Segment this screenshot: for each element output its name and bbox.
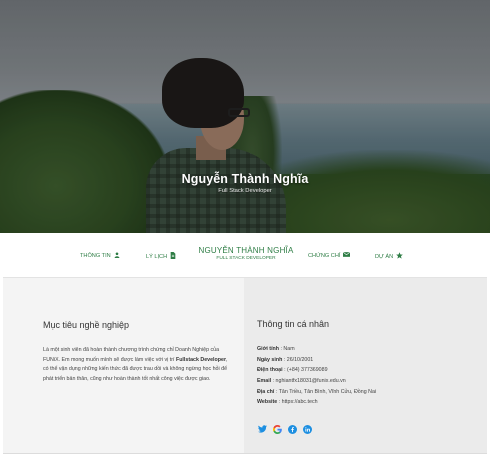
nav-item-thong-tin[interactable]: THÔNG TIN: [80, 252, 120, 260]
hero-role: Full Stack Developer: [218, 188, 272, 194]
facebook-icon[interactable]: [287, 424, 297, 434]
nav-label: CHỨNG CHỈ: [308, 252, 341, 259]
career-goal-text: Là một sinh viên đã hoàn thành chương tr…: [43, 347, 228, 382]
info-row-gender: Giới tính : Nam: [257, 346, 295, 352]
star-icon: [396, 252, 404, 261]
nav-label: DỰ ÁN: [375, 253, 394, 260]
main-nav: THÔNG TIN LÝ LỊCH NGUYỄN THÀNH NGHĨA FUL…: [0, 233, 490, 277]
nav-item-du-an[interactable]: DỰ ÁN: [375, 252, 404, 261]
document-icon: [170, 252, 176, 261]
divider: [3, 453, 487, 454]
envelope-icon: [343, 251, 351, 259]
user-icon: [114, 252, 120, 260]
info-row-birthday: Ngày sinh : 26/10/2001: [257, 356, 314, 363]
brand-subtitle: FULL STACK DEVELOPER: [216, 256, 276, 261]
nav-item-ly-lich[interactable]: LÝ LỊCH: [146, 252, 176, 261]
content-area: Mục tiêu nghề nghiệp Là một sinh viên đã…: [0, 277, 490, 457]
info-row-website: Website : https://abc.tech: [257, 399, 318, 406]
hero-name: Nguyễn Thành Nghĩa: [181, 172, 309, 186]
personal-info-list: Giới tính : Nam Ngày sinh : 26/10/2001 Đ…: [257, 344, 376, 408]
career-goal-position: Fullstack Developer: [175, 356, 226, 363]
career-goal-title: Mục tiêu nghề nghiệp: [43, 320, 130, 330]
personal-info-title: Thông tin cá nhân: [257, 319, 330, 329]
nav-item-chung-chi[interactable]: CHỨNG CHỈ: [308, 251, 351, 259]
info-row-email: Email : nghiantfx18031@funix.edu.vn: [257, 378, 346, 385]
career-goal-section: Mục tiêu nghề nghiệp Là một sinh viên đã…: [3, 277, 244, 453]
social-links: [257, 424, 312, 434]
info-row-address: Địa chỉ : Tân Triều, Tân Bình, Vĩnh Cửu,…: [257, 388, 377, 395]
linkedin-icon[interactable]: [302, 424, 312, 434]
google-icon[interactable]: [272, 424, 282, 434]
nav-brand[interactable]: NGUYỄN THÀNH NGHĨA FULL STACK DEVELOPER: [190, 246, 302, 261]
twitter-icon[interactable]: [257, 424, 267, 434]
personal-info-section: Thông tin cá nhân Giới tính : Nam Ngày s…: [244, 277, 487, 453]
nav-label: THÔNG TIN: [80, 253, 111, 259]
brand-title: NGUYỄN THÀNH NGHĨA: [198, 246, 294, 255]
hero-banner: Nguyễn Thành Nghĩa Full Stack Developer: [0, 0, 490, 233]
nav-label: LÝ LỊCH: [146, 253, 168, 260]
info-row-phone: Điện thoại : (+84) 377369089: [257, 367, 328, 374]
